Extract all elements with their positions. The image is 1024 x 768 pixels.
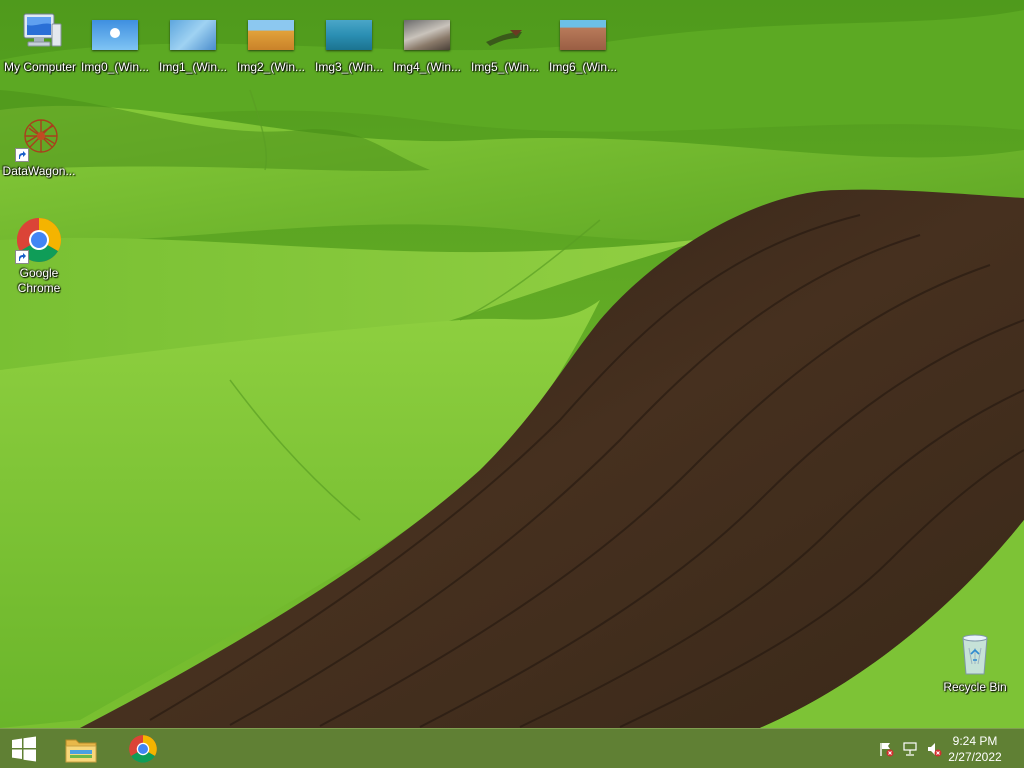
windows-logo-icon	[12, 736, 36, 762]
desktop-icon-label: Google Chrome	[17, 266, 61, 295]
shortcut-arrow-icon	[15, 250, 29, 264]
image-thumbnail-icon	[169, 10, 217, 58]
desktop-icon-datawagon[interactable]: DataWagon...	[0, 106, 78, 179]
my-computer-icon	[16, 10, 64, 58]
desktop-icon-my-computer[interactable]: My Computer	[1, 2, 79, 75]
shortcut-arrow-icon	[15, 148, 29, 162]
desktop-icon-img6[interactable]: Img6_(Win...	[544, 2, 622, 75]
desktop-icon-img4[interactable]: Img4_(Win...	[388, 2, 466, 75]
image-thumbnail-icon	[403, 10, 451, 58]
system-tray: 9:24 PM 2/27/2022	[864, 729, 1024, 768]
desktop-icon-recycle-bin[interactable]: Recycle Bin	[936, 622, 1014, 695]
image-thumbnail-icon	[559, 10, 607, 58]
taskbar-chrome-button[interactable]	[116, 729, 170, 768]
desktop-icon-img5[interactable]: Img5_(Win...	[466, 2, 544, 75]
desktop-icon-label: Img6_(Win...	[548, 60, 617, 74]
taskbar-file-explorer-button[interactable]	[54, 729, 108, 768]
desktop-wallpaper	[0, 0, 1024, 768]
desktop-icon-google-chrome[interactable]: Google Chrome	[0, 208, 78, 296]
desktop-icon-label: Img5_(Win...	[470, 60, 539, 74]
desktop-icon-label: My Computer	[3, 60, 77, 74]
chrome-shortcut-icon	[15, 216, 63, 264]
desktop-icon-label: Img4_(Win...	[392, 60, 461, 74]
system-clock[interactable]: 9:24 PM 2/27/2022	[940, 733, 1010, 765]
desktop-icon-label: DataWagon...	[2, 164, 76, 178]
network-icon[interactable]	[902, 741, 918, 757]
image-thumbnail-icon	[481, 10, 529, 58]
desktop-icon-label: Img0_(Win...	[80, 60, 149, 74]
chrome-icon	[129, 735, 157, 763]
desktop-icon-img2[interactable]: Img2_(Win...	[232, 2, 310, 75]
desktop-icon-img0[interactable]: Img0_(Win...	[76, 2, 154, 75]
action-center-flag-icon[interactable]	[878, 741, 894, 757]
clock-date: 2/27/2022	[948, 750, 1002, 764]
desktop-icon-img1[interactable]: Img1_(Win...	[154, 2, 232, 75]
image-thumbnail-icon	[91, 10, 139, 58]
recycle-bin-icon	[951, 630, 999, 678]
taskbar: 9:24 PM 2/27/2022	[0, 728, 1024, 768]
image-thumbnail-icon	[325, 10, 373, 58]
start-button[interactable]	[0, 729, 48, 768]
desktop-icon-img3[interactable]: Img3_(Win...	[310, 2, 388, 75]
desktop-icon-label: Img3_(Win...	[314, 60, 383, 74]
desktop-icon-label: Img2_(Win...	[236, 60, 305, 74]
desktop-icon-label: Recycle Bin	[943, 680, 1007, 694]
desktop[interactable]: My Computer Img0_(Win... Img1_(Win... Im…	[0, 0, 1024, 768]
clock-time: 9:24 PM	[952, 734, 998, 748]
desktop-icon-label: Img1_(Win...	[158, 60, 227, 74]
image-thumbnail-icon	[247, 10, 295, 58]
datawagon-shortcut-icon	[15, 114, 63, 162]
file-explorer-icon	[65, 739, 97, 763]
